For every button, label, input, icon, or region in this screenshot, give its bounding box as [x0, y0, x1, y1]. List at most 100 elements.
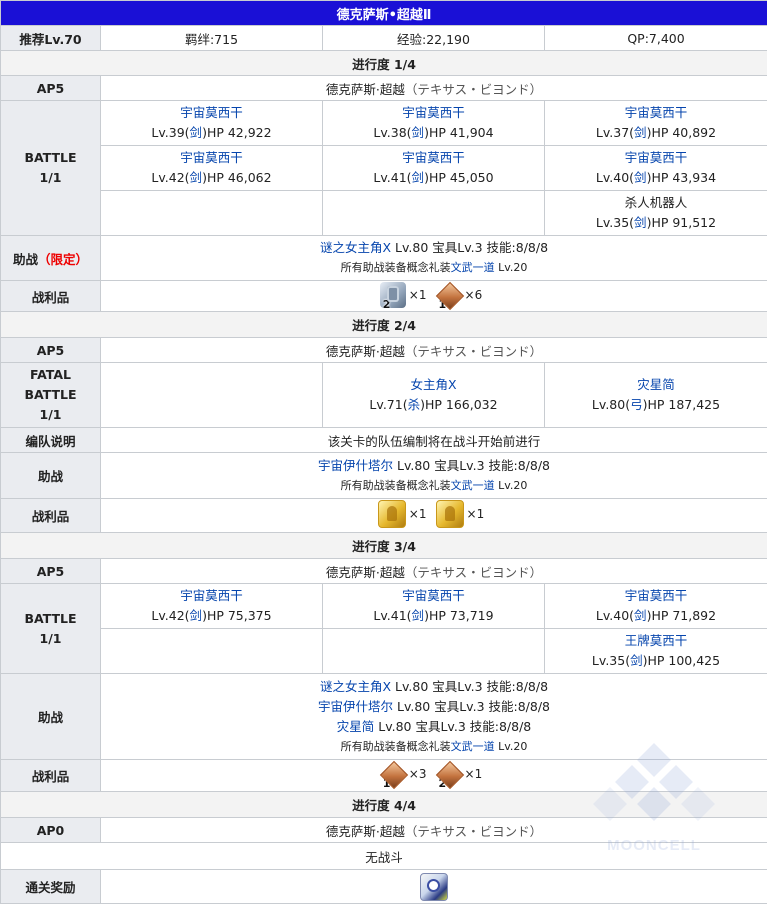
enemy-class-link[interactable]: 弓 [630, 397, 643, 412]
ce-link[interactable]: 文武一道 [451, 740, 495, 753]
enemy-name-link[interactable]: 灾星简 [547, 375, 765, 395]
support-cell: 宇宙伊什塔尔 Lv.80 宝具Lv.3 技能:8/8/8 所有助战装备概念礼装文… [101, 453, 767, 499]
quest-name-cell: 德克萨斯·超越（テキサス・ビヨンド） [101, 559, 767, 584]
enemy-name-link[interactable]: 宇宙莫西干 [103, 148, 320, 168]
bronze-item-icon[interactable]: 1 [436, 282, 462, 308]
enemy-cell: 宇宙莫西干 Lv.37(剑)HP 40,892 [545, 101, 767, 146]
support-detail: Lv.80 宝具Lv.3 技能:8/8/8 [391, 679, 548, 694]
enemy-class-link[interactable]: 剑 [634, 608, 647, 623]
support-servant-link[interactable]: 宇宙伊什塔尔 [318, 699, 393, 714]
enemy-class-link[interactable]: 剑 [412, 125, 425, 140]
enemy-class-link[interactable]: 剑 [190, 608, 203, 623]
support-servant-link[interactable]: 宇宙伊什塔尔 [318, 458, 393, 473]
enemy-stats: Lv.38(剑)HP 41,904 [325, 123, 542, 143]
gold-item-icon[interactable] [378, 500, 406, 528]
enemy-name-link[interactable]: 宇宙莫西干 [103, 103, 320, 123]
empty-enemy-cell [323, 629, 545, 674]
drop-count: ×1 [465, 767, 483, 781]
enemy-class-link[interactable]: 剑 [630, 653, 643, 668]
support-detail: Lv.80 宝具Lv.3 技能:8/8/8 [391, 240, 548, 255]
quest-name: 德克萨斯·超越 [326, 824, 405, 839]
enemy-class-link[interactable]: 剑 [190, 125, 203, 140]
ce-prefix: 所有助战装备概念礼装 [341, 740, 451, 753]
bond-value: 羁绊:715 [101, 26, 323, 51]
enemy-stats: Lv.71(杀)HP 166,032 [325, 395, 542, 415]
section-header-3: 进行度 3/4 [1, 533, 767, 559]
ap-label: AP5 [1, 76, 101, 101]
bronze-item-icon[interactable]: 2 [436, 761, 462, 787]
enemy-stats: Lv.42(剑)HP 75,375 [103, 606, 320, 626]
enemy-cell: 宇宙莫西干 Lv.41(剑)HP 73,719 [323, 584, 545, 629]
enemy-stats: Lv.35(剑)HP 100,425 [547, 651, 765, 671]
battle-label: BATTLE 1/1 [1, 584, 101, 674]
ce-link[interactable]: 文武一道 [451, 479, 495, 492]
enemy-name-link[interactable]: 宇宙莫西干 [547, 103, 765, 123]
battle-label: BATTLE 1/1 [1, 101, 101, 236]
quest-name-jp: （テキサス・ビヨンド） [405, 565, 542, 580]
enemy-class-link[interactable]: 剑 [412, 608, 425, 623]
recommend-level: 推荐Lv.70 [1, 26, 101, 51]
ce-level: Lv.20 [495, 740, 528, 753]
enemy-name-link[interactable]: 宇宙莫西干 [325, 586, 542, 606]
enemy-class-link[interactable]: 杀 [408, 397, 421, 412]
limited-tag: （限定） [38, 252, 88, 267]
enemy-name-link[interactable]: 宇宙莫西干 [547, 148, 765, 168]
enemy-cell: 宇宙莫西干 Lv.42(剑)HP 46,062 [101, 146, 323, 191]
bronze-item-icon[interactable]: 1 [380, 761, 406, 787]
drops-cell: 1×3 2×1 [101, 760, 767, 792]
formation-note: 该关卡的队伍编制将在战斗开始前进行 [101, 428, 767, 453]
drop-count: ×1 [409, 507, 427, 521]
enemy-cell: 杀人机器人 Lv.35(剑)HP 91,512 [545, 191, 767, 236]
enemy-cell: 宇宙莫西干 Lv.38(剑)HP 41,904 [323, 101, 545, 146]
enemy-cell: 宇宙莫西干 Lv.39(剑)HP 42,922 [101, 101, 323, 146]
enemy-name-link[interactable]: 王牌莫西干 [547, 631, 765, 651]
ap-label: AP5 [1, 559, 101, 584]
enemy-name-link[interactable]: 宇宙莫西干 [103, 586, 320, 606]
enemy-class-link[interactable]: 剑 [634, 170, 647, 185]
drops-label: 战利品 [1, 499, 101, 533]
enemy-stats: Lv.40(剑)HP 43,934 [547, 168, 765, 188]
support-label: 助战 [1, 674, 101, 760]
empty-enemy-cell [101, 629, 323, 674]
enemy-name-link[interactable]: 宇宙莫西干 [325, 148, 542, 168]
enemy-class-link[interactable]: 剑 [634, 125, 647, 140]
quest-title: 德克萨斯•超越Ⅱ [1, 1, 767, 26]
drops-label: 战利品 [1, 760, 101, 792]
enemy-cell: 灾星简 Lv.80(弓)HP 187,425 [545, 363, 767, 428]
no-battle-note: 无战斗 [1, 843, 767, 870]
support-cell: 谜之女主角X Lv.80 宝具Lv.3 技能:8/8/8 宇宙伊什塔尔 Lv.8… [101, 674, 767, 760]
reward-item-icon[interactable] [420, 873, 448, 901]
support-servant-link[interactable]: 谜之女主角X [320, 679, 391, 694]
enemy-stats: Lv.41(剑)HP 45,050 [325, 168, 542, 188]
fatal-label-line2: BATTLE [3, 385, 98, 405]
enemy-class-link[interactable]: 剑 [412, 170, 425, 185]
ce-link[interactable]: 文武一道 [451, 261, 495, 274]
support-servant-link[interactable]: 谜之女主角X [320, 240, 391, 255]
quest-name-jp: （テキサス・ビヨンド） [405, 344, 542, 359]
enemy-name-link[interactable]: 宇宙莫西干 [547, 586, 765, 606]
enemy-cell: 王牌莫西干 Lv.35(剑)HP 100,425 [545, 629, 767, 674]
section-header-2: 进行度 2/4 [1, 312, 767, 338]
support-servant-link[interactable]: 灾星简 [337, 719, 375, 734]
battle-label-line2: 1/1 [3, 629, 98, 649]
ap-label: AP0 [1, 818, 101, 843]
battle-label-line2: 1/1 [3, 168, 98, 188]
enemy-name: 杀人机器人 [547, 193, 765, 213]
fatal-label-line3: 1/1 [3, 405, 98, 425]
gear-item-icon[interactable]: 2 [380, 282, 406, 308]
enemy-cell: 宇宙莫西干 Lv.41(剑)HP 45,050 [323, 146, 545, 191]
quest-name: 德克萨斯·超越 [326, 565, 405, 580]
enemy-cell: 女主角X Lv.71(杀)HP 166,032 [323, 363, 545, 428]
enemy-class-link[interactable]: 剑 [634, 215, 647, 230]
section-header-1: 进行度 1/4 [1, 51, 767, 76]
enemy-name-link[interactable]: 宇宙莫西干 [325, 103, 542, 123]
enemy-stats: Lv.42(剑)HP 46,062 [103, 168, 320, 188]
enemy-name-link[interactable]: 女主角X [325, 375, 542, 395]
enemy-class-link[interactable]: 剑 [190, 170, 203, 185]
drop-count: ×6 [465, 288, 483, 302]
drop-count: ×1 [467, 507, 485, 521]
qp-value: QP:7,400 [545, 26, 767, 51]
gold-item-icon[interactable] [436, 500, 464, 528]
enemy-cell: 宇宙莫西干 Lv.40(剑)HP 71,892 [545, 584, 767, 629]
enemy-stats: Lv.41(剑)HP 73,719 [325, 606, 542, 626]
